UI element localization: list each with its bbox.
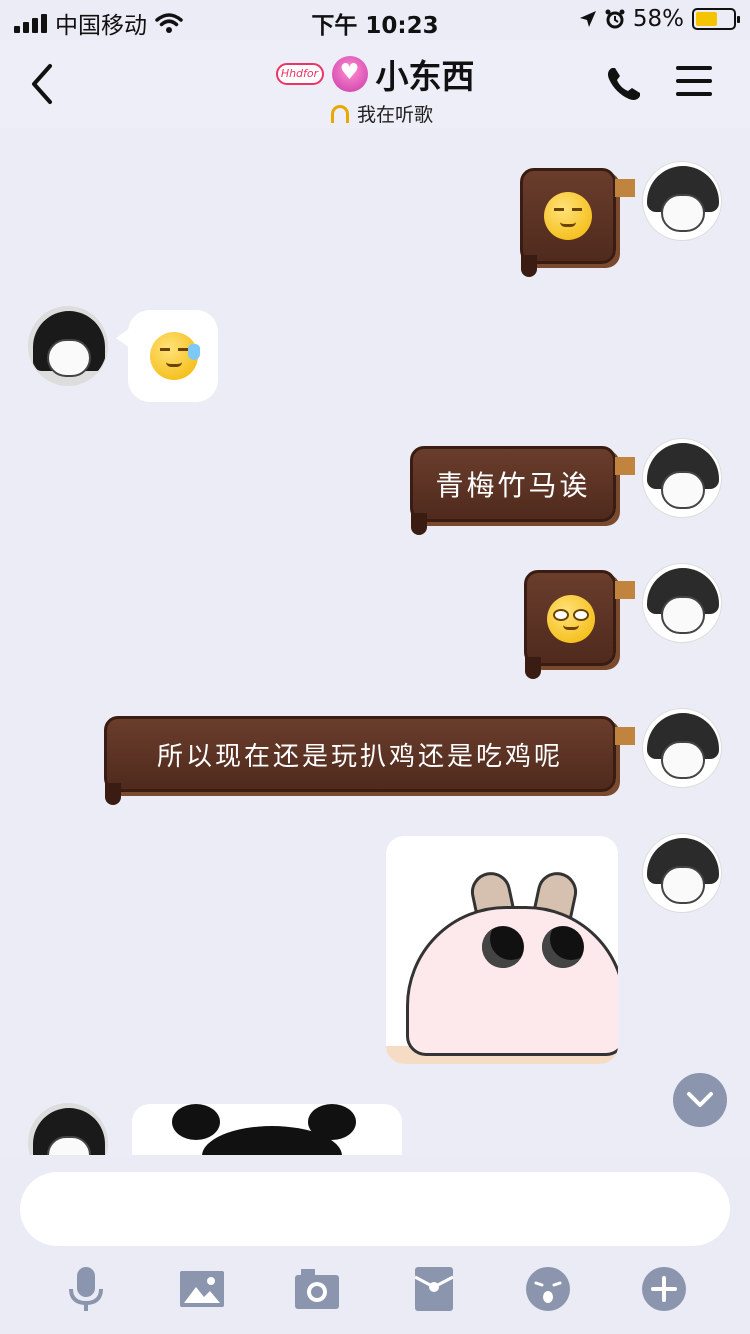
- cat-sticker[interactable]: [386, 836, 618, 1064]
- chevron-down-icon: [687, 1092, 713, 1107]
- smirk-face-icon: [547, 595, 595, 643]
- message-bubble[interactable]: 青梅竹马诶: [410, 446, 635, 535]
- name-badge-icon: Hhdfor: [275, 63, 324, 85]
- my-avatar[interactable]: [642, 833, 722, 913]
- message-bubble[interactable]: [520, 168, 635, 277]
- black-blob-sticker[interactable]: [132, 1104, 402, 1155]
- image-icon[interactable]: [178, 1265, 226, 1313]
- camera-icon[interactable]: [293, 1265, 341, 1313]
- friend-avatar[interactable]: [28, 1103, 108, 1155]
- location-icon: [579, 11, 596, 27]
- heart-badge-icon: [331, 56, 368, 92]
- menu-icon[interactable]: [676, 66, 712, 102]
- my-avatar[interactable]: [642, 161, 722, 241]
- battery-percent: 58%: [632, 6, 684, 32]
- phone-icon[interactable]: [604, 64, 644, 104]
- message-bubble[interactable]: [524, 570, 635, 679]
- chat-header: Hhdfor 小东西 我在听歌: [0, 40, 750, 128]
- my-avatar[interactable]: [642, 438, 722, 518]
- alarm-icon: [605, 9, 625, 29]
- battery-charging-icon: [692, 8, 740, 30]
- message-text: 青梅竹马诶: [435, 469, 591, 502]
- status-right: 58%: [579, 6, 740, 32]
- my-avatar[interactable]: [642, 708, 722, 788]
- message-bubble[interactable]: 所以现在还是玩扒鸡还是吃鸡呢: [104, 716, 635, 805]
- page-title: 小东西: [375, 57, 475, 96]
- headphone-icon: [330, 104, 349, 123]
- emoji-icon[interactable]: [524, 1265, 572, 1313]
- sweat-face-icon: [150, 332, 200, 380]
- microphone-icon[interactable]: [62, 1265, 110, 1313]
- status-bar: 中国移动 下午 10:23 58%: [0, 0, 750, 40]
- message-text: 所以现在还是玩扒鸡还是吃鸡呢: [156, 741, 563, 772]
- friend-avatar[interactable]: [28, 306, 108, 386]
- thinking-face-icon: [544, 192, 592, 240]
- message-input[interactable]: [20, 1172, 730, 1246]
- red-packet-icon[interactable]: [410, 1265, 458, 1313]
- listening-status-label: 我在听歌: [356, 104, 433, 126]
- listening-status: 我在听歌: [14, 100, 750, 127]
- scroll-to-bottom-button[interactable]: [673, 1073, 727, 1127]
- plus-icon[interactable]: [640, 1265, 688, 1313]
- message-bubble[interactable]: [116, 310, 218, 402]
- chat-area[interactable]: 青梅竹马诶 所以现在还是玩扒鸡还是吃鸡呢: [0, 128, 750, 1155]
- input-area: [0, 1155, 750, 1334]
- my-avatar[interactable]: [642, 563, 722, 643]
